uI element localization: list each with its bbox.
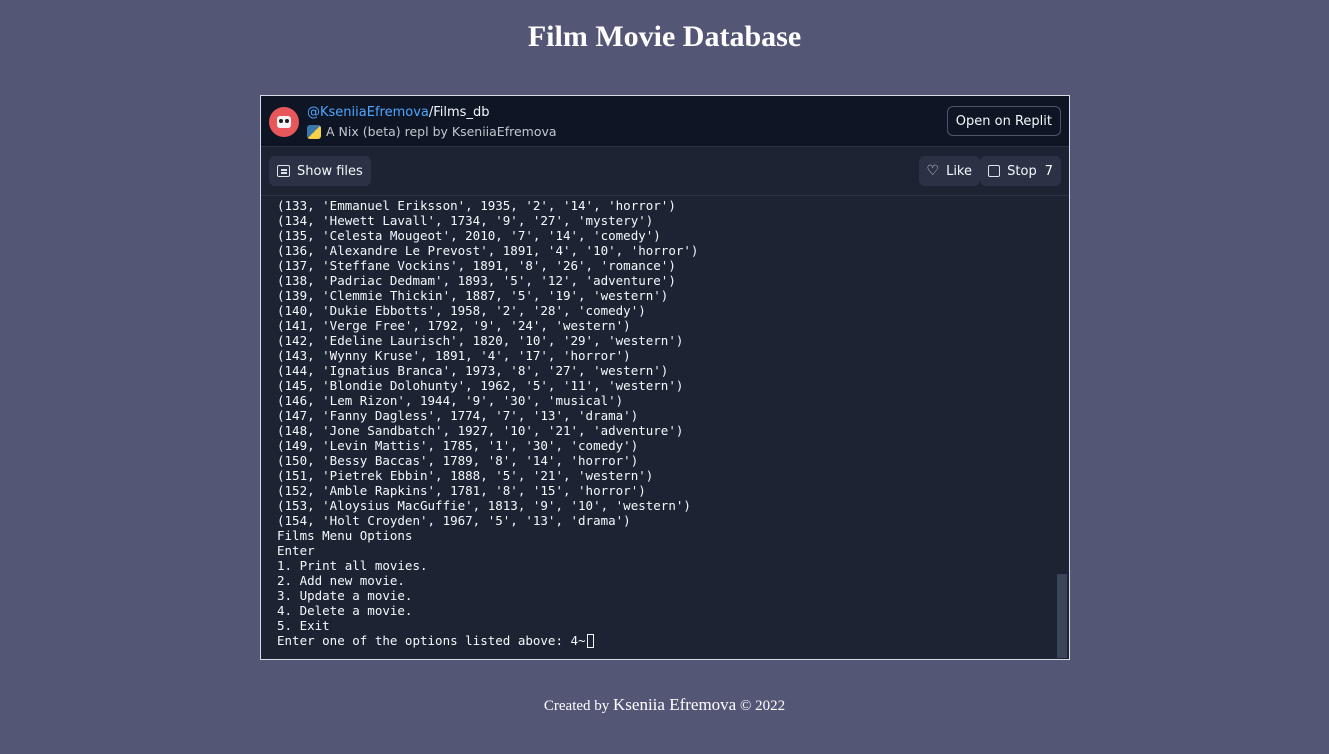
console-line: (144, 'Ignatius Branca', 1973, '8', '27'… — [277, 363, 669, 378]
console-line: (147, 'Fanny Dagless', 1774, '7', '13', … — [277, 408, 639, 423]
console-line: 5. Exit — [277, 618, 330, 633]
like-label: Like — [946, 163, 972, 179]
console-line: (136, 'Alexandre Le Prevost', 1891, '4',… — [277, 243, 699, 258]
console-line: (138, 'Padriac Dedmam', 1893, '5', '12',… — [277, 273, 676, 288]
stop-label: Stop — [1007, 163, 1037, 179]
console-prompt-text: Enter one of the options listed above: 4… — [277, 633, 586, 648]
console-line: 4. Delete a movie. — [277, 603, 413, 618]
console-line: Films Menu Options — [277, 528, 413, 543]
show-files-label: Show files — [297, 163, 363, 179]
console-line: (142, 'Edeline Laurisch', 1820, '10', '2… — [277, 333, 684, 348]
footer-prefix: Created by — [543, 698, 614, 714]
show-files-button[interactable]: Show files — [269, 156, 371, 186]
open-on-replit-button[interactable]: Open on Replit — [946, 106, 1061, 136]
python-icon — [307, 124, 321, 139]
console-line: 1. Print all movies. — [277, 558, 428, 573]
console-line: (152, 'Amble Rapkins', 1781, '8', '15', … — [277, 483, 646, 498]
embed-header: @KseniiaEfremova/Films_db A Nix (beta) r… — [261, 96, 1069, 147]
console-line: (154, 'Holt Croyden', 1967, '5', '13', '… — [277, 513, 631, 528]
stop-count: 7 — [1044, 163, 1053, 179]
console-line: (150, 'Bessy Baccas', 1789, '8', '14', '… — [277, 453, 639, 468]
replit-embed: @KseniiaEfremova/Films_db A Nix (beta) r… — [260, 95, 1070, 660]
console-line: 2. Add new movie. — [277, 573, 405, 588]
like-button[interactable]: ♡ Like — [918, 156, 980, 186]
console-line: 3. Update a movie. — [277, 588, 413, 603]
console-line: (137, 'Steffane Vockins', 1891, '8', '26… — [277, 258, 676, 273]
console-line: (140, 'Dukie Ebbotts', 1958, '2', '28', … — [277, 303, 646, 318]
page-title: Film Movie Database — [527, 20, 802, 53]
console-line: (141, 'Verge Free', 1792, '9', '24', 'we… — [277, 318, 631, 333]
console-line: (139, 'Clemmie Thickin', 1887, '5', '19'… — [277, 288, 669, 303]
repl-subtitle: A Nix (beta) repl by KseniiaEfremova — [307, 124, 557, 139]
heart-icon: ♡ — [926, 163, 940, 179]
console-line: (134, 'Hewett Lavall', 1734, '9', '27', … — [277, 213, 654, 228]
console-line: (145, 'Blondie Dolohunty', 1962, '5', '1… — [277, 378, 684, 393]
console-scrollbar[interactable] — [1057, 574, 1067, 658]
console-line: (135, 'Celesta Mougeot', 2010, '7', '14'… — [277, 228, 661, 243]
square-icon — [988, 165, 1001, 177]
footer: Created by Kseniia Efremova © 2022 — [0, 695, 1329, 715]
footer-suffix: © 2022 — [736, 698, 786, 714]
console-line: (133, 'Emmanuel Eriksson', 1935, '2', '1… — [277, 198, 676, 213]
console-output[interactable]: (133, 'Emmanuel Eriksson', 1935, '2', '1… — [261, 196, 1069, 659]
console-line: Enter — [277, 543, 315, 558]
console-line: (143, 'Wynny Kruse', 1891, '4', '17', 'h… — [277, 348, 631, 363]
console-line: (149, 'Levin Mattis', 1785, '1', '30', '… — [277, 438, 639, 453]
console-line: (151, 'Pietrek Ebbin', 1888, '5', '21', … — [277, 468, 654, 483]
console-prompt[interactable]: Enter one of the options listed above: 4… — [277, 633, 1069, 648]
footer-author: Kseniia Efremova — [613, 695, 737, 714]
repl-name-link[interactable]: Films_db — [433, 105, 489, 120]
console-line: (148, 'Jone Sandbatch', 1927, '10', '21'… — [277, 423, 684, 438]
avatar-icon[interactable] — [269, 107, 299, 137]
embed-toolbar: Show files ♡ Like Stop 7 — [261, 147, 1069, 196]
console-line: (146, 'Lem Rizon', 1944, '9', '30', 'mus… — [277, 393, 624, 408]
stop-button[interactable]: Stop 7 — [980, 156, 1061, 186]
console-line: (153, 'Aloysius MacGuffie', 1813, '9', '… — [277, 498, 691, 513]
repl-subtitle-text: A Nix (beta) repl by KseniiaEfremova — [326, 124, 557, 139]
files-icon — [277, 165, 290, 177]
text-cursor — [586, 634, 594, 648]
repl-path: @KseniiaEfremova/Films_db — [307, 105, 489, 120]
owner-link[interactable]: @KseniiaEfremova — [307, 105, 429, 120]
